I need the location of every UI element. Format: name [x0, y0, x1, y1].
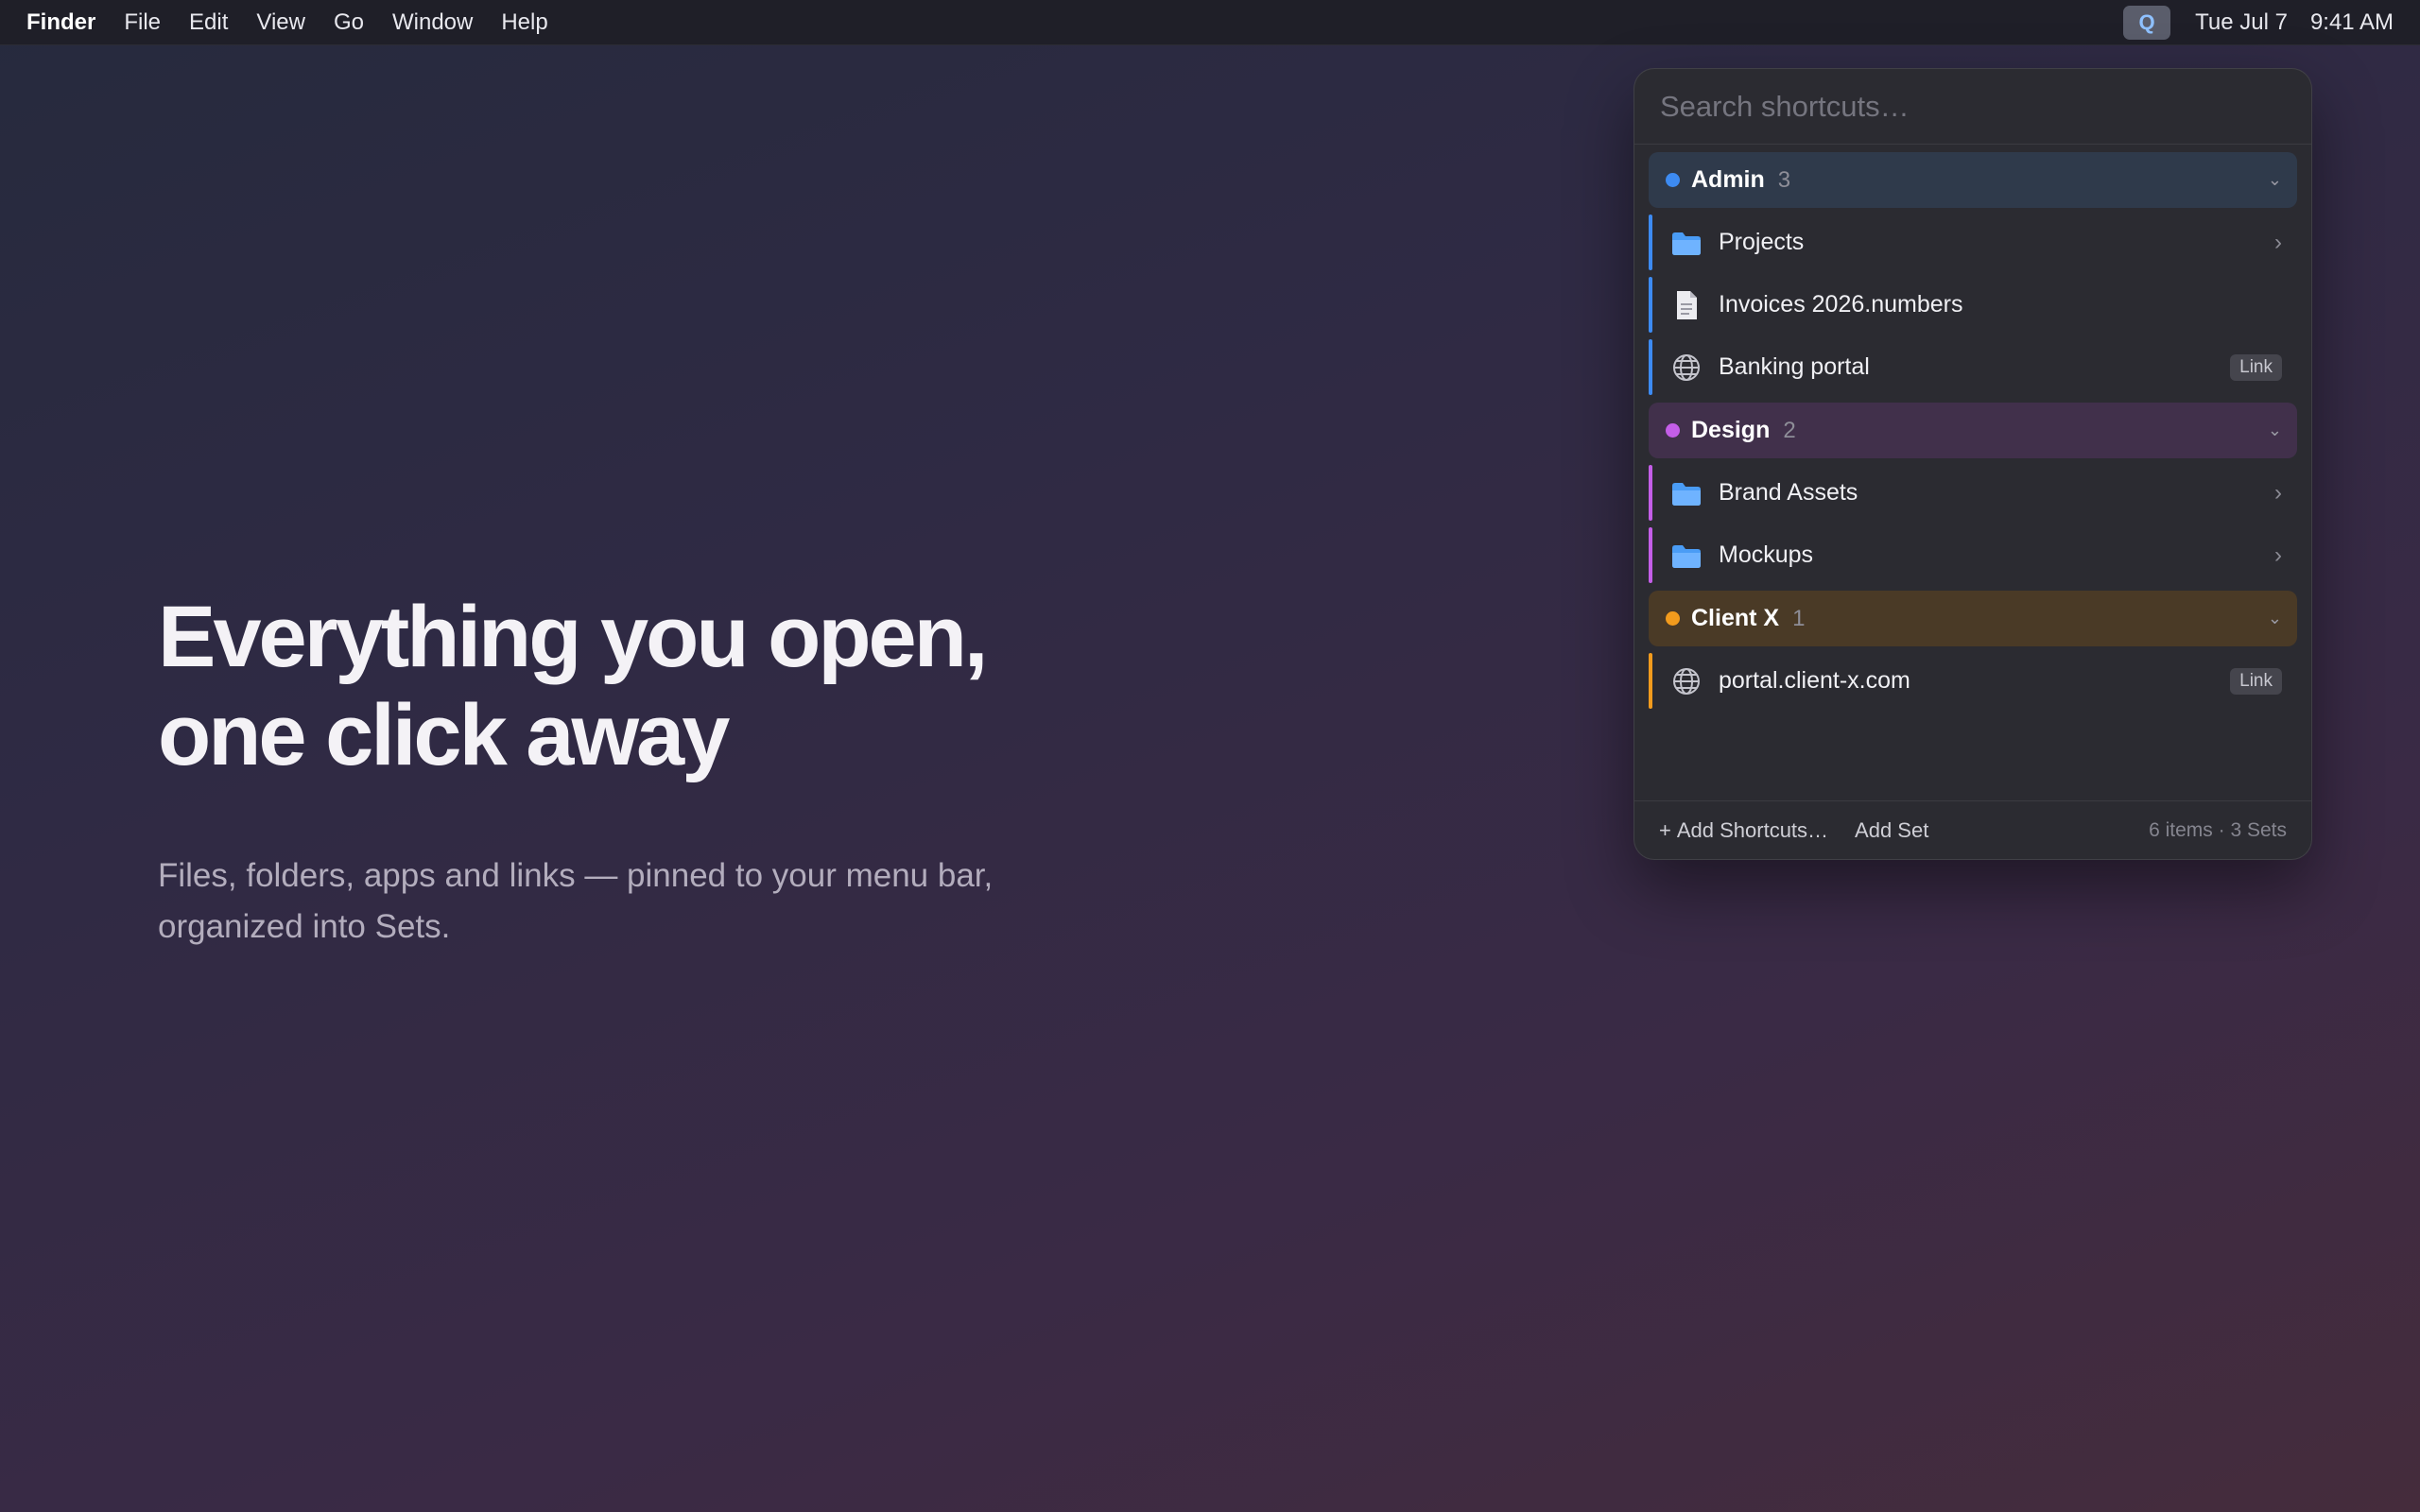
- shortcut-item[interactable]: Brand Assets ›: [1649, 465, 2297, 521]
- menu-edit[interactable]: Edit: [189, 9, 228, 36]
- plus-icon: +: [1659, 817, 1671, 842]
- shortcut-item[interactable]: Banking portal Link: [1649, 339, 2297, 395]
- set-header[interactable]: Admin 3 ⌄: [1649, 152, 2297, 208]
- chevron-down-icon[interactable]: ⌄: [2268, 609, 2282, 628]
- set-color-dot: [1666, 423, 1680, 438]
- menu-help[interactable]: Help: [501, 9, 547, 36]
- globe-icon: [1669, 351, 1703, 385]
- hero-subtitle-line-2: organized into Sets.: [158, 908, 451, 945]
- document-icon: [1669, 288, 1703, 322]
- folder-icon: [1669, 226, 1703, 260]
- folder-icon: [1669, 476, 1703, 510]
- shortcut-item[interactable]: Projects ›: [1649, 215, 2297, 270]
- add-shortcuts-label: Add Shortcuts…: [1676, 817, 1829, 842]
- set-color-bar: [1649, 653, 1652, 709]
- set-color-bar: [1649, 465, 1652, 521]
- set-color-bar: [1649, 277, 1652, 333]
- hero-subtitle: Files, folders, apps and links — pinned …: [158, 850, 1065, 953]
- set-header[interactable]: Client X 1 ⌄: [1649, 591, 2297, 646]
- shortcut-item[interactable]: Mockups ›: [1649, 527, 2297, 583]
- chevron-down-icon[interactable]: ⌄: [2268, 421, 2282, 440]
- set-color-dot: [1666, 611, 1680, 626]
- shortcut-label: Invoices 2026.numbers: [1719, 291, 1963, 318]
- menu-bar-menus: Finder File Edit View Go Window Help: [0, 9, 577, 36]
- set-color-dot: [1666, 173, 1680, 187]
- set-name: Client X: [1691, 605, 1780, 631]
- chevron-right-icon[interactable]: ›: [2274, 480, 2282, 507]
- hero-headline: Everything you open, one click away: [158, 588, 1065, 784]
- set-item-count: 2: [1783, 417, 1796, 443]
- menu-window[interactable]: Window: [392, 9, 473, 36]
- menu-bar-time[interactable]: 9:41 AM: [2310, 9, 2394, 36]
- hero-headline-line-2: one click away: [158, 687, 730, 783]
- chevron-right-icon[interactable]: ›: [2274, 230, 2282, 256]
- chevron-down-icon[interactable]: ⌄: [2268, 170, 2282, 190]
- menu-bar-date[interactable]: Tue Jul 7: [2195, 9, 2288, 36]
- item-count-status: 6 items · 3 Sets: [2149, 818, 2287, 841]
- shortcut-label: Mockups: [1719, 541, 1814, 568]
- globe-icon: [1669, 664, 1703, 698]
- add-shortcuts-button[interactable]: + Add Shortcuts…: [1659, 818, 1828, 843]
- shortcuts-tray-icon[interactable]: Q: [2123, 5, 2171, 40]
- shortcuts-popover: Admin 3 ⌄ Projects › Invoices 2026.numbers Ban…: [1634, 68, 2312, 860]
- chevron-right-icon[interactable]: ›: [2274, 542, 2282, 569]
- set-color-bar: [1649, 527, 1652, 583]
- shortcut-item[interactable]: portal.client-x.com Link: [1649, 653, 2297, 709]
- shortcut-item[interactable]: Invoices 2026.numbers: [1649, 277, 2297, 333]
- menu-file[interactable]: File: [124, 9, 161, 36]
- link-badge: Link: [2230, 667, 2282, 695]
- hero-headline-line-1: Everything you open,: [158, 589, 988, 685]
- shortcut-label: Banking portal: [1719, 353, 1870, 380]
- link-badge: Link: [2230, 353, 2282, 381]
- set-color-bar: [1649, 339, 1652, 395]
- popover-footer: + Add Shortcuts… Add Set 6 items · 3 Sets: [1634, 800, 2311, 859]
- set-header[interactable]: Design 2 ⌄: [1649, 403, 2297, 458]
- menu-bar-status: Q Tue Jul 7 9:41 AM: [2123, 5, 2420, 40]
- hero: Everything you open, one click away File…: [158, 588, 1065, 953]
- shortcut-label: Brand Assets: [1719, 479, 1858, 506]
- set-name: Design: [1691, 417, 1771, 443]
- menu-view[interactable]: View: [256, 9, 305, 36]
- menu-bar: Finder File Edit View Go Window Help Q T…: [0, 0, 2420, 45]
- add-set-button[interactable]: Add Set: [1855, 818, 1928, 843]
- hero-subtitle-line-1: Files, folders, apps and links — pinned …: [158, 857, 994, 894]
- set-item-count: 3: [1777, 166, 1791, 193]
- folder-icon: [1669, 539, 1703, 573]
- sets-list: Admin 3 ⌄ Projects › Invoices 2026.numbers Ban…: [1634, 69, 2311, 715]
- app-menu-finder[interactable]: Finder: [26, 9, 95, 36]
- shortcut-label: Projects: [1719, 229, 1805, 255]
- menu-go[interactable]: Go: [334, 9, 364, 36]
- set-name: Admin: [1691, 166, 1765, 193]
- shortcut-label: portal.client-x.com: [1719, 667, 1910, 694]
- set-color-bar: [1649, 215, 1652, 270]
- set-item-count: 1: [1792, 605, 1806, 631]
